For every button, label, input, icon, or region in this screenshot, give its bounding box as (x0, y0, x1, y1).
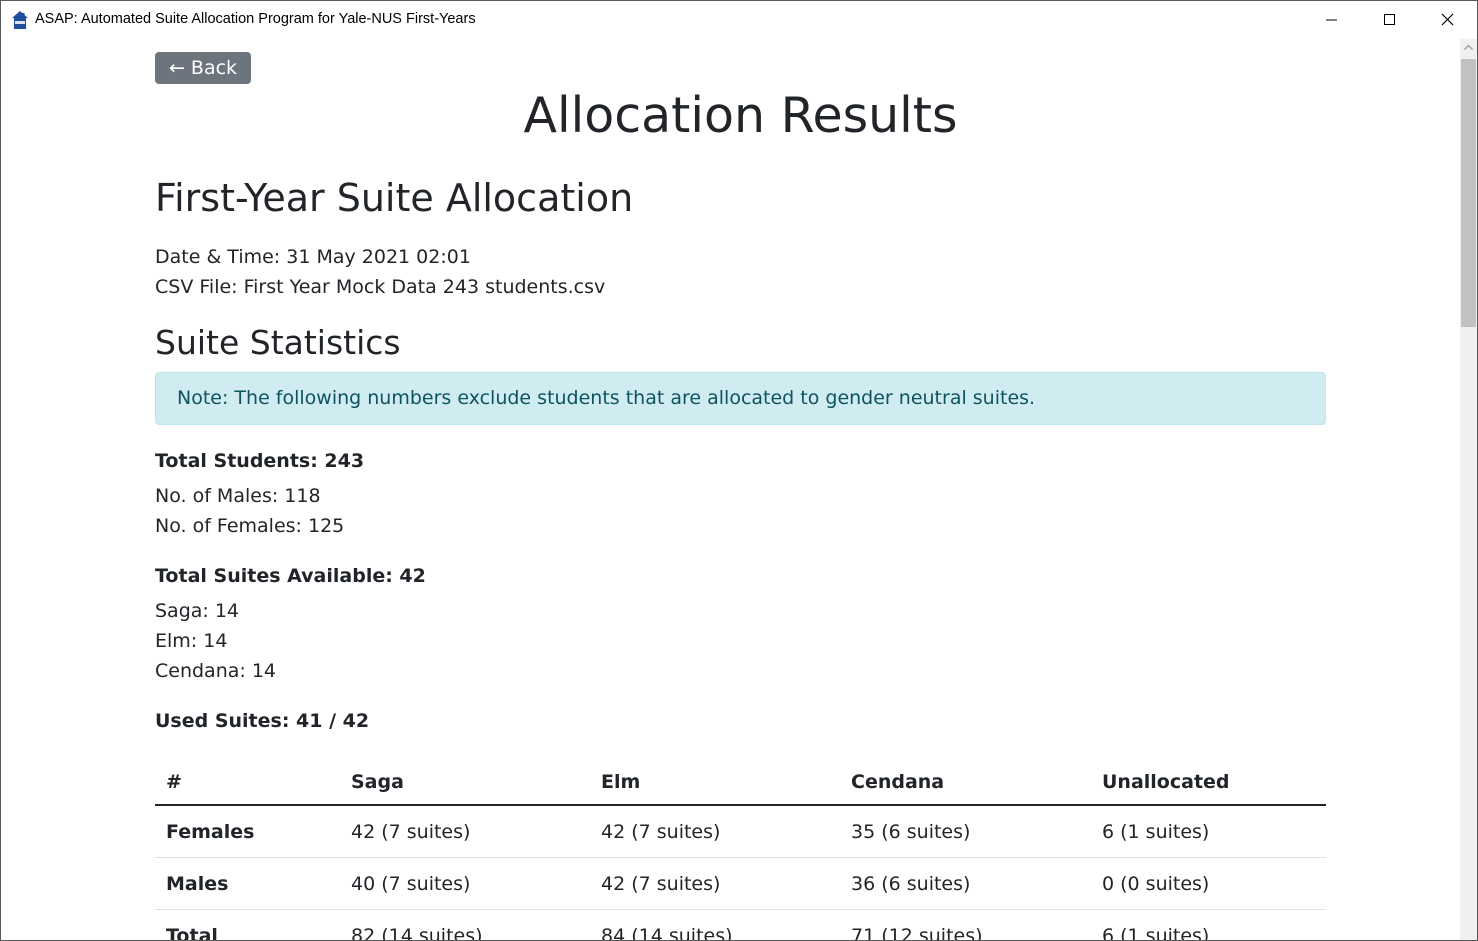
row-label: Females (166, 820, 255, 843)
page-title: Allocation Results (523, 87, 958, 144)
males-count: No. of Males: 118 (155, 485, 321, 507)
scroll-thumb[interactable] (1461, 59, 1476, 327)
close-button[interactable] (1419, 1, 1477, 39)
females-count: No. of Females: 125 (155, 515, 345, 537)
back-button[interactable]: ← Back (155, 52, 251, 84)
close-icon (1441, 13, 1454, 26)
allocation-table: # Saga Elm Cendana Unallocated Females 4… (155, 759, 1326, 941)
table-cell: 36 (6 suites) (851, 872, 971, 895)
alert-text: Note: The following numbers exclude stud… (177, 387, 1036, 409)
scroll-up-button[interactable] (1460, 39, 1477, 56)
row-label: Males (166, 872, 229, 895)
table-cell: 35 (6 suites) (851, 820, 971, 843)
table-row: Females 42 (7 suites) 42 (7 suites) 35 (… (155, 805, 1326, 858)
table-row: Males 40 (7 suites) 42 (7 suites) 36 (6 … (155, 858, 1326, 910)
window-title: ASAP: Automated Suite Allocation Program… (35, 11, 476, 27)
saga-count: Saga: 14 (155, 600, 240, 622)
section-title: First-Year Suite Allocation (155, 176, 634, 220)
info-alert: Note: The following numbers exclude stud… (155, 372, 1326, 425)
maximize-icon (1384, 14, 1395, 25)
col-header: Unallocated (1092, 759, 1326, 806)
minimize-icon (1326, 19, 1337, 21)
chevron-up-icon (1463, 44, 1474, 51)
house-icon (11, 10, 29, 30)
col-header: Cendana (841, 759, 1092, 806)
table-header-row: # Saga Elm Cendana Unallocated (155, 759, 1326, 806)
col-header: Elm (591, 759, 841, 806)
elm-count: Elm: 14 (155, 630, 228, 652)
total-students: Total Students: 243 (155, 450, 365, 472)
table-row: Total 82 (14 suites) 84 (14 suites) 71 (… (155, 910, 1326, 941)
title-bar[interactable]: ASAP: Automated Suite Allocation Program… (1, 1, 1477, 39)
table-cell: 42 (7 suites) (601, 872, 721, 895)
page-content: ← Back Allocation Results First-Year Sui… (1, 39, 1460, 941)
total-suites: Total Suites Available: 42 (155, 565, 426, 587)
table-cell: 40 (7 suites) (351, 872, 471, 895)
vertical-scrollbar[interactable] (1460, 39, 1477, 940)
table-cell: 82 (14 suites) (351, 924, 483, 941)
table-cell: 6 (1 suites) (1102, 820, 1210, 843)
maximize-button[interactable] (1361, 1, 1419, 39)
table-cell: 0 (0 suites) (1102, 872, 1210, 895)
minimize-button[interactable] (1303, 1, 1361, 39)
col-header: # (155, 759, 341, 806)
csv-file: CSV File: First Year Mock Data 243 stude… (155, 276, 606, 298)
table-cell: 71 (12 suites) (851, 924, 983, 941)
col-header: Saga (341, 759, 591, 806)
table-cell: 84 (14 suites) (601, 924, 733, 941)
date-time: Date & Time: 31 May 2021 02:01 (155, 246, 471, 268)
table-cell: 42 (7 suites) (351, 820, 471, 843)
table-cell: 6 (1 suites) (1102, 924, 1210, 941)
app-window: ASAP: Automated Suite Allocation Program… (0, 0, 1478, 941)
table-cell: 42 (7 suites) (601, 820, 721, 843)
row-label: Total (166, 924, 218, 941)
used-suites: Used Suites: 41 / 42 (155, 710, 370, 732)
cendana-count: Cendana: 14 (155, 660, 277, 682)
suite-statistics-heading: Suite Statistics (155, 323, 401, 362)
